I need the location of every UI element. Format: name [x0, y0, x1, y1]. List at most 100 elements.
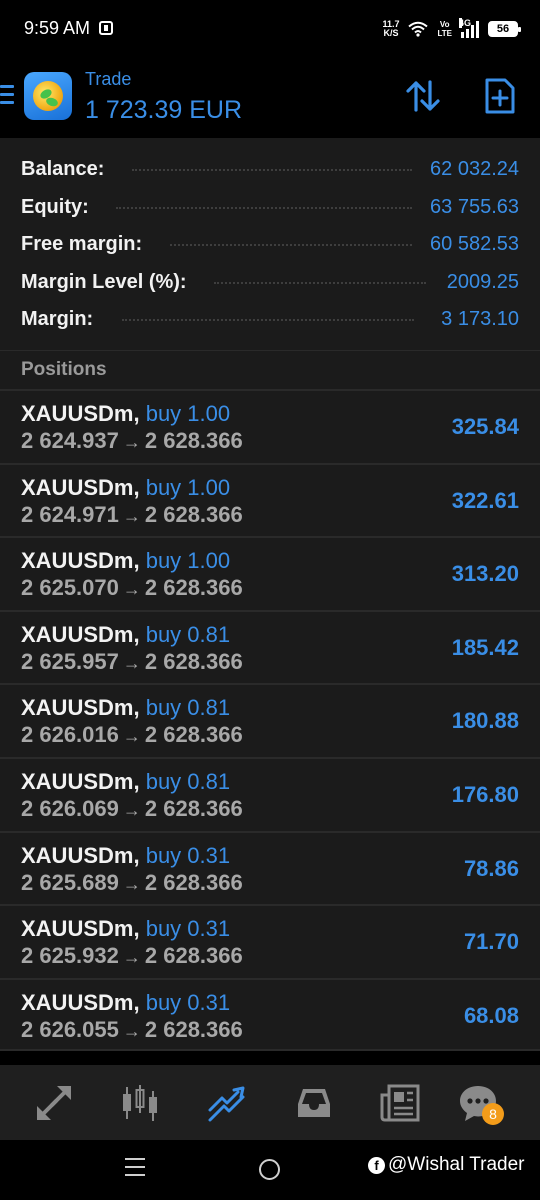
- position-symbol: XAUUSDm,: [21, 916, 140, 942]
- notification-icon: [99, 21, 113, 35]
- current-price: 2 628.366: [144, 575, 243, 601]
- open-price: 2 625.070: [21, 575, 119, 601]
- summary-value: 63 755.63: [430, 196, 519, 218]
- position-type: buy 1.00: [145, 474, 231, 500]
- position-row[interactable]: XAUUSDm, buy 0.81 2 626.069 → 2 628.366 17…: [0, 756, 540, 831]
- menu-icon[interactable]: [0, 85, 14, 105]
- summary-value: 2009.25: [446, 271, 519, 293]
- messages-badge: 8: [482, 1103, 504, 1125]
- position-symbol: XAUUSDm,: [21, 695, 140, 721]
- position-symbol: XAUUSDm,: [21, 401, 140, 426]
- summary-row-free-margin: Free margin: 60 582.53: [0, 226, 540, 264]
- position-profit: 185.42: [451, 634, 519, 660]
- position-profit: 71.70: [463, 929, 519, 955]
- nav-history-icon[interactable]: [294, 1083, 334, 1123]
- volte-indicator: Vo LTE: [437, 20, 452, 38]
- open-price: 2 624.971: [21, 501, 119, 527]
- signal-icon: 4G: [459, 18, 479, 38]
- position-row[interactable]: XAUUSDm, buy 1.00 2 624.971 → 2 628.366 32…: [0, 462, 540, 537]
- summary-row-balance: Balance: 62 032.24: [0, 151, 540, 189]
- open-price: 2 626.069: [21, 795, 119, 821]
- open-price: 2 625.932: [21, 943, 119, 969]
- nav-quotes-icon[interactable]: [34, 1083, 74, 1123]
- position-type: buy 0.81: [145, 695, 231, 721]
- battery-icon: 56: [488, 21, 521, 37]
- position-symbol: XAUUSDm,: [21, 474, 140, 500]
- position-profit: 78.86: [463, 855, 519, 881]
- new-order-icon[interactable]: [484, 77, 516, 115]
- dot-leader: [122, 317, 414, 321]
- current-price: 2 628.366: [144, 795, 243, 821]
- watermark: f @Wishal Trader: [368, 1154, 525, 1176]
- position-symbol: XAUUSDm,: [21, 842, 140, 868]
- dot-leader: [170, 242, 412, 246]
- position-row[interactable]: XAUUSDm, buy 1.00 2 625.070 → 2 628.366 31…: [0, 536, 540, 610]
- arrow: →: [122, 726, 141, 747]
- dot-leader: [132, 167, 412, 171]
- system-nav: f @Wishal Trader: [0, 1140, 540, 1200]
- position-profit: 176.80: [451, 781, 519, 807]
- recent-apps-icon[interactable]: [125, 1158, 145, 1178]
- positions-list: XAUUSDm, buy 1.00 2 624.937 → 2 628.366 32…: [0, 389, 540, 1052]
- status-time: 9:59 AM: [24, 18, 91, 38]
- facebook-icon: f: [368, 1156, 385, 1174]
- arrow: →: [122, 1020, 141, 1041]
- nav-trade-icon[interactable]: [207, 1083, 247, 1123]
- net-speed: 11.7 K/S: [382, 19, 400, 38]
- summary-label: Margin:: [21, 308, 94, 330]
- header-subtitle: Trade: [85, 69, 132, 89]
- current-price: 2 628.366: [144, 943, 243, 969]
- position-row[interactable]: XAUUSDm, buy 1.00 2 624.937 → 2 628.366 32…: [0, 389, 540, 463]
- home-icon[interactable]: [259, 1159, 280, 1180]
- arrow: →: [122, 505, 141, 526]
- summary-row-margin: Margin: 3 173.10: [0, 301, 540, 339]
- current-price: 2 628.366: [144, 1016, 243, 1042]
- summary-row-margin-level: Margin Level (%): 2009.25: [0, 264, 540, 302]
- position-row[interactable]: XAUUSDm, buy 0.31 2 625.689 → 2 628.366 78…: [0, 830, 540, 905]
- current-price: 2 628.366: [144, 648, 243, 674]
- position-row[interactable]: XAUUSDm, buy 0.81 2 625.957 → 2 628.366 18…: [0, 609, 540, 684]
- position-type: buy 0.81: [145, 768, 231, 794]
- summary-label: Free margin:: [21, 233, 143, 255]
- position-profit: 322.61: [451, 487, 519, 513]
- position-type: buy 1.00: [145, 548, 231, 574]
- arrow: →: [122, 652, 141, 673]
- bottom-nav: 8: [0, 1065, 540, 1140]
- nav-messages-icon[interactable]: 8: [458, 1083, 504, 1125]
- position-symbol: XAUUSDm,: [21, 989, 140, 1015]
- open-price: 2 626.016: [21, 722, 119, 748]
- summary-value: 60 582.53: [430, 233, 519, 255]
- nav-chart-icon[interactable]: [120, 1083, 160, 1123]
- account-summary: Balance: 62 032.24 Equity: 63 755.63 Fre…: [0, 138, 540, 351]
- current-price: 2 628.366: [144, 428, 243, 453]
- position-profit: 313.20: [451, 561, 519, 587]
- position-type: buy 0.31: [145, 916, 231, 942]
- current-price: 2 628.366: [144, 722, 243, 748]
- nav-news-icon[interactable]: [380, 1083, 420, 1123]
- summary-label: Equity:: [21, 196, 89, 218]
- position-row[interactable]: XAUUSDm, buy 0.31 2 625.932 → 2 628.366 71…: [0, 904, 540, 978]
- current-price: 2 628.366: [144, 869, 243, 895]
- position-row[interactable]: XAUUSDm, buy 0.81 2 626.016 → 2 628.366 18…: [0, 683, 540, 757]
- dot-leader: [116, 205, 412, 209]
- position-row[interactable]: XAUUSDm, buy 0.31 2 626.055 → 2 628.366 68…: [0, 977, 540, 1052]
- position-type: buy 1.00: [145, 401, 231, 426]
- position-profit: 180.88: [451, 708, 519, 734]
- summary-label: Balance:: [21, 158, 105, 180]
- arrow: →: [122, 947, 141, 968]
- position-profit: 68.08: [463, 1002, 519, 1028]
- status-indicators: 11.7 K/S Vo LTE 4G 56: [382, 17, 521, 41]
- sort-icon[interactable]: [405, 78, 441, 114]
- summary-value: 62 032.24: [430, 158, 519, 180]
- app-header: Trade 1 723.39 EUR: [0, 58, 540, 138]
- summary-row-equity: Equity: 63 755.63: [0, 189, 540, 227]
- dot-leader: [214, 280, 426, 284]
- summary-value: 3 173.10: [441, 308, 519, 330]
- summary-label: Margin Level (%):: [21, 271, 187, 293]
- app-logo[interactable]: [24, 72, 72, 120]
- open-price: 2 626.055: [21, 1016, 119, 1042]
- arrow: →: [122, 873, 141, 894]
- position-symbol: XAUUSDm,: [21, 768, 140, 794]
- position-symbol: XAUUSDm,: [21, 548, 140, 574]
- position-type: buy 0.81: [145, 621, 231, 647]
